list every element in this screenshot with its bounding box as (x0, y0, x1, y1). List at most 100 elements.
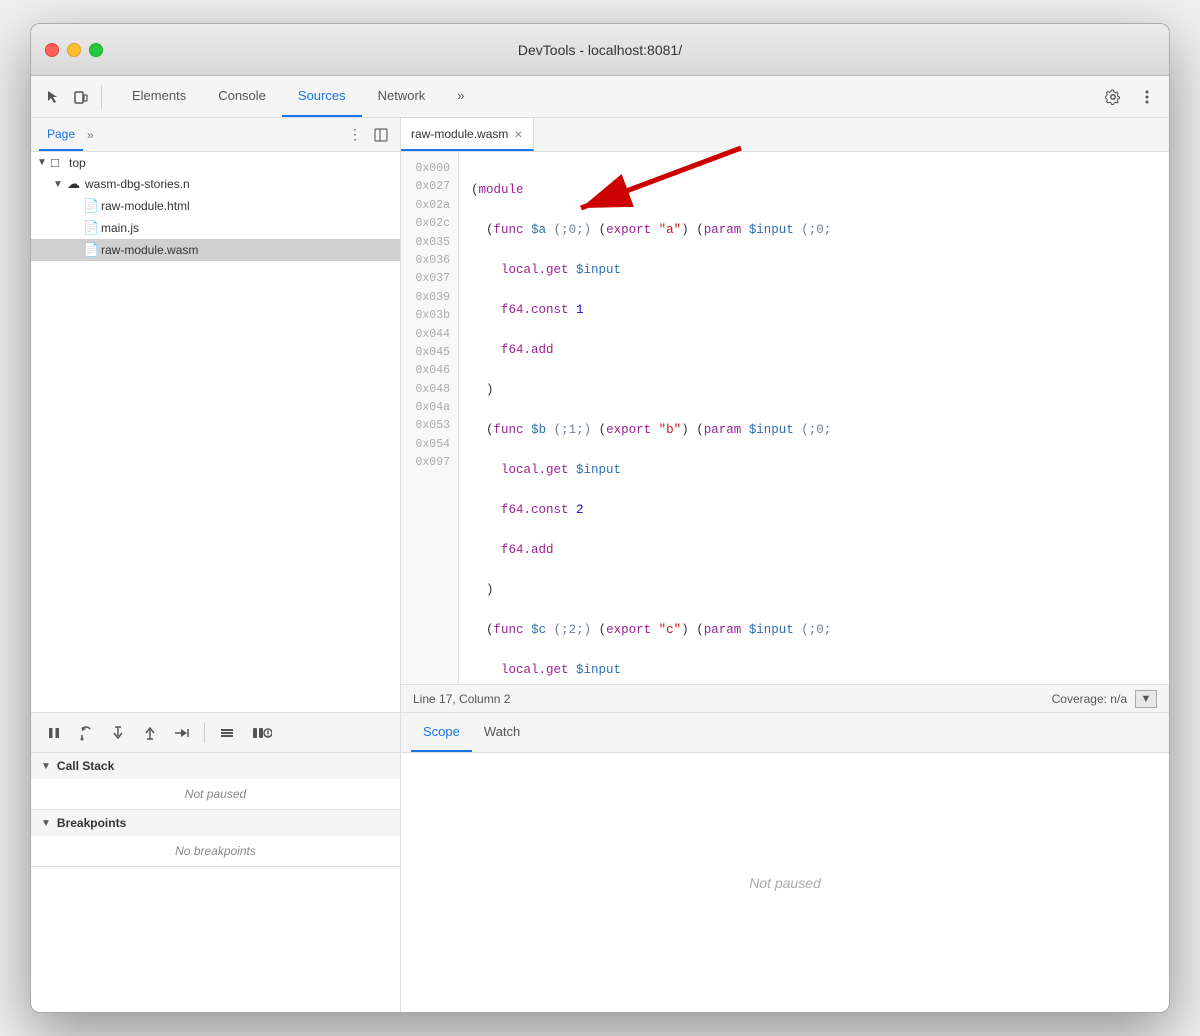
editor-tab-label: raw-module.wasm (411, 127, 508, 141)
code-line-10: f64.add (471, 540, 1157, 560)
code-line-6: ) (471, 380, 1157, 400)
step-button[interactable] (169, 720, 195, 746)
file-wasm-icon: 📄 (83, 242, 101, 258)
step-over-button[interactable] (73, 720, 99, 746)
editor-tab-wasm[interactable]: raw-module.wasm × (401, 118, 534, 151)
deactivate-icon (219, 725, 235, 741)
main-toolbar: Elements Console Sources Network » (31, 76, 1169, 118)
code-line-2: (func $a (;0;) (export "a") (param $inpu… (471, 220, 1157, 240)
tree-label-wasm-dbg: wasm-dbg-stories.n (85, 177, 190, 191)
title-bar: DevTools - localhost:8081/ (31, 24, 1169, 76)
tab-elements[interactable]: Elements (116, 76, 202, 117)
code-editor[interactable]: 0x000 0x027 0x02a 0x02c 0x035 0x036 0x03… (401, 152, 1169, 684)
left-tab-more[interactable]: » (83, 128, 98, 142)
panel-toggle-button[interactable] (370, 124, 392, 146)
file-html-icon: 📄 (83, 198, 101, 214)
device-toggle-button[interactable] (67, 83, 95, 111)
code-line-13: local.get $input (471, 660, 1157, 680)
cloud-icon: ☁ (67, 176, 85, 192)
step-into-icon (110, 725, 126, 741)
tab-sources[interactable]: Sources (282, 76, 362, 117)
editor-tab-close-button[interactable]: × (514, 127, 522, 141)
code-line-7: (func $b (;1;) (export "b") (param $inpu… (471, 420, 1157, 440)
scope-content: Not paused (401, 753, 1169, 1012)
cursor-icon (45, 89, 61, 105)
editor-tabs: raw-module.wasm × (401, 118, 1169, 152)
left-panel: Page » ⋮ ▼ □ to (31, 118, 401, 712)
left-tabs: Page » ⋮ (31, 118, 400, 152)
deactivate-breakpoints-button[interactable] (214, 720, 240, 746)
inspect-element-button[interactable] (39, 83, 67, 111)
call-stack-header[interactable]: ▼ Call Stack (31, 753, 400, 779)
call-stack-section: ▼ Call Stack Not paused (31, 753, 400, 810)
toolbar-separator (101, 85, 102, 109)
tree-item-top[interactable]: ▼ □ top (31, 152, 400, 173)
close-button[interactable] (45, 43, 59, 57)
pause-button[interactable] (41, 720, 67, 746)
step-into-button[interactable] (105, 720, 131, 746)
kebab-icon (1139, 89, 1155, 105)
breakpoints-section: ▼ Breakpoints No breakpoints (31, 810, 400, 867)
right-panel: Scope Watch Not paused (401, 713, 1169, 1012)
tree-label-main-js: main.js (101, 221, 139, 235)
coverage-button[interactable]: ▼ (1135, 690, 1157, 708)
step-over-icon (78, 725, 94, 741)
monitor-icon: □ (51, 155, 69, 170)
tab-more[interactable]: » (441, 76, 480, 117)
breakpoints-header[interactable]: ▼ Breakpoints (31, 810, 400, 836)
tree-item-main-js[interactable]: 📄 main.js (31, 217, 400, 239)
step-icon (173, 725, 191, 741)
coverage-label: Coverage: n/a (1052, 692, 1127, 706)
settings-button[interactable] (1099, 83, 1127, 111)
file-tree: ▼ □ top ▼ ☁ wasm-dbg-stories.n 📄 (31, 152, 400, 712)
tree-label-top: top (69, 156, 86, 170)
tab-watch[interactable]: Watch (472, 713, 532, 752)
code-line-9: f64.const 2 (471, 500, 1157, 520)
tree-label-raw-html: raw-module.html (101, 199, 190, 213)
main-tab-nav: Elements Console Sources Network » (116, 76, 1099, 117)
code-line-1: (module (471, 180, 1157, 200)
tab-console[interactable]: Console (202, 76, 282, 117)
call-stack-label: Call Stack (57, 759, 114, 773)
code-line-11: ) (471, 580, 1157, 600)
right-tabs: Scope Watch (401, 713, 1169, 753)
maximize-button[interactable] (89, 43, 103, 57)
main-content-area: Page » ⋮ ▼ □ to (31, 118, 1169, 712)
status-bar: Line 17, Column 2 Coverage: n/a ▼ (401, 684, 1169, 712)
editor-area: raw-module.wasm × 0x000 0x027 0x02a 0x02… (401, 118, 1169, 712)
layout-icon (374, 128, 388, 142)
panel-menu-button[interactable]: ⋮ (344, 124, 366, 146)
left-tab-actions: ⋮ (344, 124, 392, 146)
tab-page[interactable]: Page (39, 118, 83, 151)
line-numbers: 0x000 0x027 0x02a 0x02c 0x035 0x036 0x03… (401, 152, 459, 684)
pause-exceptions-button[interactable] (246, 720, 278, 746)
debug-panel: ▼ Call Stack Not paused ▼ Breakpoints No… (31, 753, 400, 1012)
code-line-4: f64.const 1 (471, 300, 1157, 320)
call-stack-content: Not paused (31, 779, 400, 809)
tree-item-raw-html[interactable]: 📄 raw-module.html (31, 195, 400, 217)
device-icon (73, 89, 89, 105)
pause-exceptions-icon (252, 725, 272, 741)
toolbar-right (1099, 83, 1161, 111)
more-options-button[interactable] (1133, 83, 1161, 111)
breakpoints-label: Breakpoints (57, 816, 126, 830)
code-line-12: (func $c (;2;) (export "c") (param $inpu… (471, 620, 1157, 640)
minimize-button[interactable] (67, 43, 81, 57)
status-right: Coverage: n/a ▼ (1052, 690, 1157, 708)
traffic-lights (45, 43, 103, 57)
code-line-3: local.get $input (471, 260, 1157, 280)
tree-item-wasm[interactable]: 📄 raw-module.wasm (31, 239, 400, 261)
tab-network[interactable]: Network (362, 76, 442, 117)
tab-scope[interactable]: Scope (411, 713, 472, 752)
tree-item-wasm-dbg[interactable]: ▼ ☁ wasm-dbg-stories.n (31, 173, 400, 195)
file-js-icon: 📄 (83, 220, 101, 236)
gear-icon (1105, 89, 1121, 105)
pause-icon (46, 725, 62, 741)
tree-label-wasm: raw-module.wasm (101, 243, 198, 257)
editor-wrapper: raw-module.wasm × 0x000 0x027 0x02a 0x02… (401, 118, 1169, 712)
code-content: (module (func $a (;0;) (export "a") (par… (459, 152, 1169, 684)
call-stack-arrow: ▼ (41, 761, 51, 772)
step-out-button[interactable] (137, 720, 163, 746)
devtools-window: DevTools - localhost:8081/ Elements Cons… (30, 23, 1170, 1013)
debug-toolbar (31, 713, 400, 753)
